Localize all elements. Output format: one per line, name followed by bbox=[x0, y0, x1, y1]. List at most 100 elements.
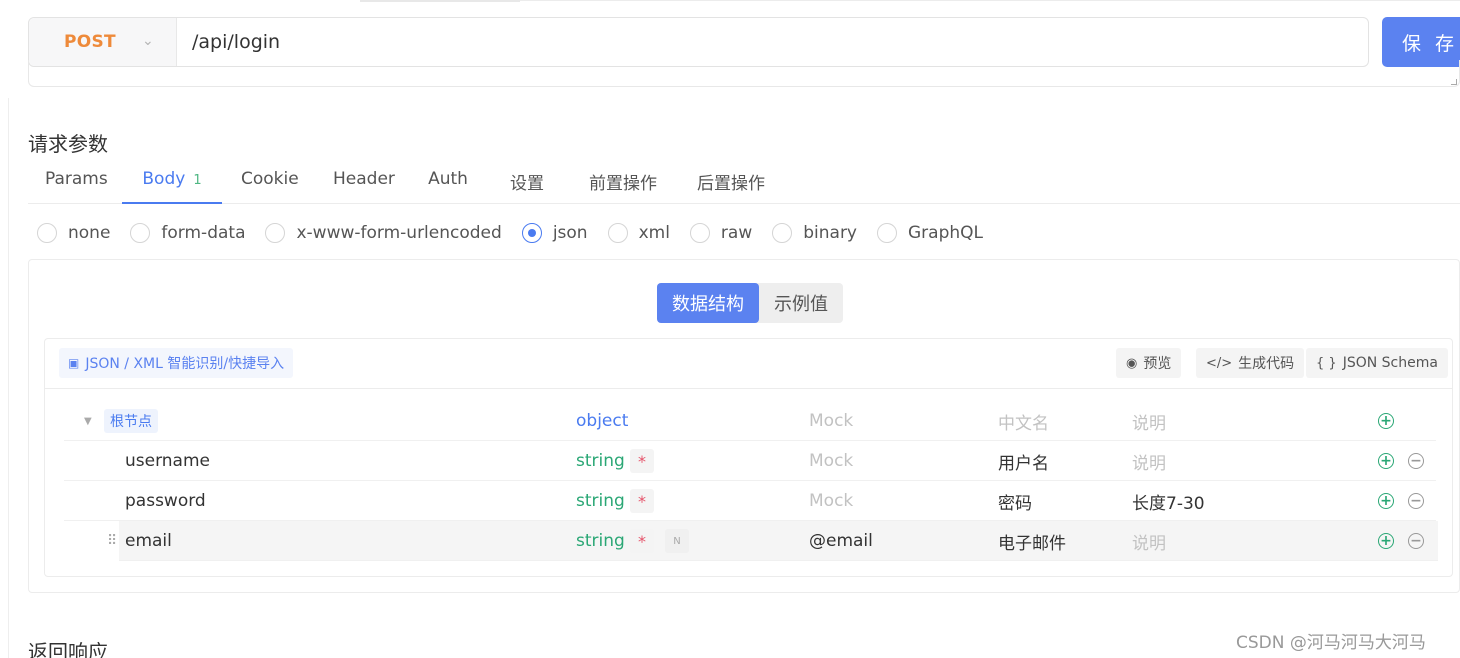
tab-label: Params bbox=[45, 169, 108, 189]
type-select[interactable]: object bbox=[576, 401, 628, 441]
tab-label: Cookie bbox=[241, 169, 299, 189]
tab-header[interactable]: Header bbox=[333, 162, 395, 204]
title-input[interactable]: 中文名 bbox=[998, 401, 1049, 441]
title-input[interactable]: 用户名 bbox=[998, 441, 1049, 481]
type-select[interactable]: string bbox=[576, 441, 625, 481]
radio-none[interactable]: none bbox=[37, 223, 110, 243]
example-value-toggle[interactable]: 示例值 bbox=[759, 283, 843, 323]
import-label: JSON / XML 智能识别/快捷导入 bbox=[85, 356, 285, 372]
radio-label: raw bbox=[720, 223, 753, 243]
mock-input[interactable]: Mock bbox=[809, 401, 853, 441]
radio-form-data[interactable]: form-data bbox=[130, 223, 245, 243]
radio-circle-icon bbox=[877, 223, 897, 243]
radio-circle-icon bbox=[130, 223, 151, 243]
braces-icon: { } bbox=[1316, 355, 1337, 371]
tab-label: Body bbox=[142, 169, 186, 189]
field-name-input[interactable]: password bbox=[125, 481, 206, 521]
body-count-badge: 1 bbox=[193, 173, 202, 188]
watermark: CSDN @河马河马大河马 bbox=[1236, 633, 1426, 653]
tab-params[interactable]: Params bbox=[45, 162, 108, 204]
scan-icon: ▣ bbox=[68, 356, 80, 370]
add-field-icon[interactable]: + bbox=[1378, 413, 1394, 429]
root-node-chip: 根节点 bbox=[104, 409, 158, 433]
tab-label: Header bbox=[333, 169, 395, 189]
nullable-toggle[interactable]: N bbox=[665, 529, 689, 553]
radio-raw[interactable]: raw bbox=[689, 223, 753, 243]
description-input[interactable]: 说明 bbox=[1132, 521, 1166, 561]
chevron-down-icon: ⌄ bbox=[142, 33, 154, 49]
radio-label: none bbox=[68, 223, 111, 243]
response-title: 返回响应 bbox=[28, 640, 108, 658]
method-label: POST bbox=[64, 32, 116, 52]
type-select[interactable]: string bbox=[576, 521, 625, 561]
title-input[interactable]: 密码 bbox=[998, 481, 1032, 521]
schema-row-username: username string * Mock 用户名 说明 + − bbox=[64, 441, 1436, 481]
tab-auth[interactable]: Auth bbox=[428, 162, 468, 204]
type-select[interactable]: string bbox=[576, 481, 625, 521]
schema-toolbar: ▣ JSON / XML 智能识别/快捷导入 ◉ 预览 </> 生成代码 { }… bbox=[45, 339, 1452, 389]
radio-xml[interactable]: xml bbox=[607, 223, 670, 243]
add-field-icon[interactable]: + bbox=[1378, 493, 1394, 509]
tab-pre-actions[interactable]: 前置操作 bbox=[587, 162, 659, 204]
preview-button[interactable]: ◉ 预览 bbox=[1116, 348, 1182, 378]
radio-circle-icon bbox=[689, 223, 710, 243]
add-field-icon[interactable]: + bbox=[1378, 453, 1394, 469]
radio-graphql[interactable]: GraphQL bbox=[877, 223, 983, 243]
request-tabs: Params Body 1 Cookie Header Auth 设置 前置操作 … bbox=[28, 162, 1460, 204]
radio-label: x-www-form-urlencoded bbox=[296, 223, 502, 243]
radio-json[interactable]: json bbox=[521, 223, 588, 243]
title-input[interactable]: 电子邮件 bbox=[998, 521, 1066, 561]
radio-x-www-form-urlencoded[interactable]: x-www-form-urlencoded bbox=[265, 223, 502, 243]
radio-circle-icon bbox=[37, 223, 57, 243]
tab-label: Auth bbox=[428, 169, 468, 189]
tab-label: 后置操作 bbox=[697, 174, 765, 194]
tab-label: 设置 bbox=[510, 174, 544, 194]
tab-label: 前置操作 bbox=[589, 174, 657, 194]
url-input[interactable] bbox=[177, 18, 1368, 66]
method-select[interactable]: POST ⌄ bbox=[29, 18, 177, 66]
description-textarea[interactable] bbox=[28, 60, 1460, 87]
radio-label: xml bbox=[638, 223, 670, 243]
remove-field-icon[interactable]: − bbox=[1408, 493, 1424, 509]
top-tab-edge bbox=[360, 0, 520, 2]
json-schema-button[interactable]: { } JSON Schema bbox=[1306, 348, 1448, 378]
request-params-title: 请求参数 bbox=[28, 132, 108, 156]
description-input[interactable]: 说明 bbox=[1132, 401, 1166, 441]
collapse-caret-icon[interactable]: ▼ bbox=[84, 401, 92, 441]
drag-handle-icon[interactable]: ⠿ bbox=[107, 521, 117, 561]
tab-post-actions[interactable]: 后置操作 bbox=[695, 162, 767, 204]
radio-circle-icon bbox=[607, 223, 628, 243]
mock-input[interactable]: Mock bbox=[809, 481, 853, 521]
description-input[interactable]: 说明 bbox=[1132, 441, 1166, 481]
code-icon: </> bbox=[1206, 355, 1233, 371]
radio-binary[interactable]: binary bbox=[772, 223, 857, 243]
data-structure-toggle[interactable]: 数据结构 bbox=[657, 283, 759, 323]
smart-import-button[interactable]: ▣ JSON / XML 智能识别/快捷导入 bbox=[59, 348, 294, 378]
tab-body[interactable]: Body 1 bbox=[122, 162, 222, 204]
field-name-input[interactable]: username bbox=[125, 441, 210, 481]
eye-icon: ◉ bbox=[1126, 355, 1138, 371]
radio-label: form-data bbox=[161, 223, 246, 243]
json-schema-label: JSON Schema bbox=[1342, 355, 1438, 371]
tab-settings[interactable]: 设置 bbox=[508, 162, 546, 204]
required-toggle[interactable]: * bbox=[630, 489, 654, 513]
generate-code-button[interactable]: </> 生成代码 bbox=[1196, 348, 1305, 378]
mock-input[interactable]: Mock bbox=[809, 441, 853, 481]
required-toggle[interactable]: * bbox=[630, 449, 654, 473]
radio-label: GraphQL bbox=[908, 223, 983, 243]
mock-input[interactable]: @email bbox=[809, 521, 873, 561]
add-field-icon[interactable]: + bbox=[1378, 533, 1394, 549]
field-name-input[interactable]: email bbox=[125, 521, 172, 561]
required-toggle[interactable]: * bbox=[630, 529, 654, 553]
remove-field-icon[interactable]: − bbox=[1408, 453, 1424, 469]
radio-label: json bbox=[552, 223, 588, 243]
tab-cookie[interactable]: Cookie bbox=[241, 162, 299, 204]
generate-code-label: 生成代码 bbox=[1238, 356, 1295, 372]
schema-row-email: ⠿ email string * N @email 电子邮件 说明 + − bbox=[107, 521, 1438, 561]
resize-handle-icon[interactable] bbox=[1451, 79, 1457, 85]
schema-row-password: password string * Mock 密码 长度7-30 + − bbox=[64, 481, 1436, 521]
remove-field-icon[interactable]: − bbox=[1408, 533, 1424, 549]
radio-circle-icon bbox=[772, 223, 793, 243]
description-input[interactable]: 长度7-30 bbox=[1132, 481, 1205, 521]
radio-label: binary bbox=[803, 223, 857, 243]
